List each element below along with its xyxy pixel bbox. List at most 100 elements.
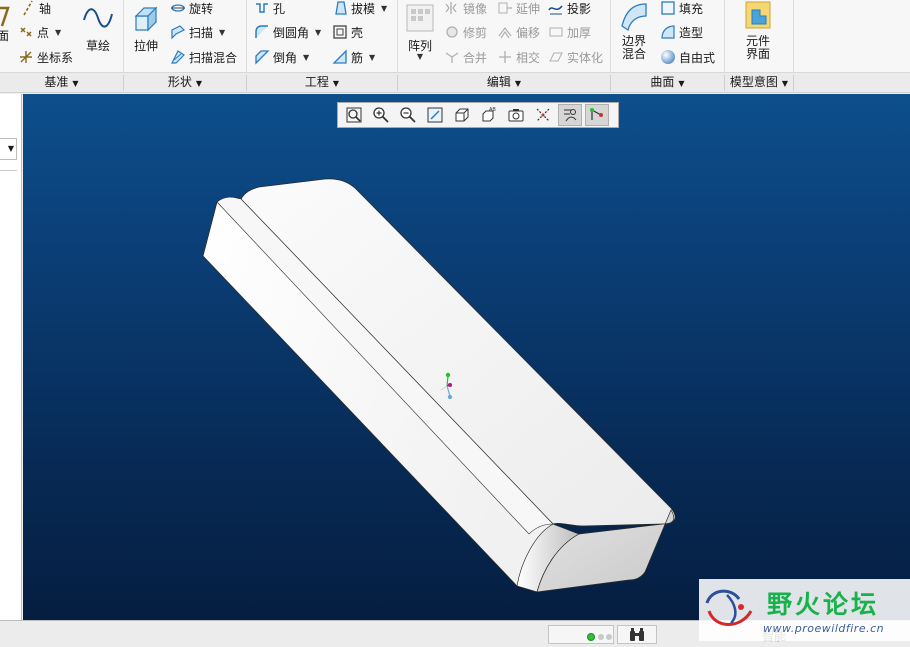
refit-button[interactable]: [342, 104, 366, 126]
point-dropdown-icon[interactable]: ▼: [55, 28, 61, 37]
find-button[interactable]: [617, 625, 657, 644]
hole-button[interactable]: 孔: [254, 0, 285, 18]
plane-icon: [0, 4, 10, 32]
shell-button[interactable]: 壳: [332, 22, 363, 42]
named-views-icon: AB: [482, 107, 496, 122]
annotation-display-button[interactable]: [585, 104, 609, 126]
extrude-button[interactable]: 拉伸: [128, 2, 164, 53]
navigator-dropdown[interactable]: ▼: [0, 138, 17, 160]
draft-label: 拔模: [351, 1, 376, 16]
fill-label: 填充: [679, 1, 704, 16]
axis-icon: [20, 0, 36, 16]
separator: [793, 0, 794, 72]
boundary-blend-label-line2: 混合: [621, 47, 646, 61]
graphics-toolbar: AB: [337, 102, 619, 128]
swept-blend-label: 扫描混合: [189, 50, 238, 65]
status-dot-icon: [598, 634, 604, 640]
divider: [0, 170, 17, 171]
repaint-button[interactable]: [423, 104, 447, 126]
repaint-icon: [427, 107, 443, 123]
zoom-in-button[interactable]: [369, 104, 393, 126]
display-style-button[interactable]: [450, 104, 474, 126]
extrude-icon: [130, 2, 162, 34]
zoom-out-button[interactable]: [396, 104, 420, 126]
group-shapes[interactable]: 形状 ▼: [124, 73, 246, 93]
draft-icon: [332, 0, 348, 16]
sketch-button[interactable]: 草绘: [80, 2, 116, 53]
freestyle-button[interactable]: 自由式: [660, 47, 715, 67]
group-model-intent[interactable]: 模型意图 ▼: [725, 73, 793, 93]
extend-button[interactable]: 延伸: [497, 0, 540, 18]
solidify-button[interactable]: 实体化: [548, 47, 603, 67]
datum-display-button[interactable]: [531, 104, 555, 126]
thicken-button[interactable]: 加厚: [548, 22, 591, 42]
merge-button[interactable]: 合并: [444, 47, 487, 67]
saved-orientations-icon: [508, 109, 524, 122]
graphics-viewport[interactable]: [23, 94, 910, 620]
plane-button[interactable]: 面: [0, 4, 10, 43]
trim-icon: [444, 24, 460, 40]
separator: [610, 0, 611, 72]
group-editing-dropdown-icon: ▼: [514, 79, 522, 88]
spin-center-icon: [564, 109, 577, 122]
project-button[interactable]: 投影: [548, 0, 591, 18]
pattern-button[interactable]: 阵列 ▼: [403, 2, 437, 61]
axis-button[interactable]: 轴: [20, 0, 51, 18]
chamfer-dropdown-icon[interactable]: ▼: [303, 53, 309, 62]
group-engineering[interactable]: 工程 ▼: [247, 73, 397, 93]
extrude-label: 拉伸: [133, 39, 158, 53]
zoom-in-icon: [373, 107, 389, 123]
status-indicator: [548, 625, 614, 644]
sweep-dropdown-icon[interactable]: ▼: [219, 28, 225, 37]
fill-button[interactable]: 填充: [660, 0, 703, 18]
boundary-blend-button[interactable]: 边界 混合: [616, 0, 652, 61]
swept-blend-button[interactable]: 扫描混合: [170, 47, 237, 67]
saved-orientations-button[interactable]: [504, 104, 528, 126]
rib-dropdown-icon[interactable]: ▼: [369, 53, 375, 62]
group-shapes-label: 形状: [167, 75, 192, 89]
group-surfaces[interactable]: 曲面 ▼: [611, 73, 724, 93]
component-interface-icon: [742, 0, 774, 32]
chamfer-icon: [254, 49, 270, 65]
style-button[interactable]: 造型: [660, 22, 703, 42]
display-style-icon: [455, 108, 469, 122]
rib-button[interactable]: 筋 ▼: [332, 47, 375, 67]
csys-label: 坐标系: [37, 50, 74, 65]
rib-icon: [332, 49, 348, 65]
boundary-blend-icon: [618, 0, 650, 32]
intersect-button[interactable]: 相交: [497, 47, 540, 67]
draft-button[interactable]: 拔模 ▼: [332, 0, 387, 18]
component-interface-label-line1: 元件: [745, 34, 770, 48]
csys-icon: [18, 49, 34, 65]
round-button[interactable]: 倒圆角 ▼: [254, 22, 321, 42]
forum-logo-icon: [705, 589, 753, 626]
offset-button[interactable]: 偏移: [497, 22, 540, 42]
refit-icon: [346, 107, 362, 123]
trim-button[interactable]: 修剪: [444, 22, 487, 42]
group-model-intent-label: 模型意图: [729, 75, 778, 89]
csys-button[interactable]: 坐标系: [18, 47, 73, 67]
named-views-button[interactable]: AB: [477, 104, 501, 126]
component-interface-button[interactable]: 元件 界面: [738, 0, 778, 61]
mirror-button[interactable]: 镜像: [444, 0, 487, 18]
annotation-display-icon: [590, 108, 603, 120]
boundary-blend-label: 边界 混合: [622, 35, 646, 61]
revolve-button[interactable]: 旋转: [170, 0, 213, 18]
component-interface-label-line2: 界面: [745, 47, 770, 61]
spin-center-button[interactable]: [558, 104, 582, 126]
point-button[interactable]: 点 ▼: [18, 22, 61, 42]
round-dropdown-icon[interactable]: ▼: [315, 28, 321, 37]
separator: [123, 0, 124, 72]
pattern-dropdown-icon[interactable]: ▼: [417, 52, 423, 61]
draft-dropdown-icon[interactable]: ▼: [381, 4, 387, 13]
sweep-button[interactable]: 扫描 ▼: [170, 22, 225, 42]
navigator-panel: ▼: [0, 94, 22, 620]
forum-watermark: 野火论坛 www.proewildfire.cn: [699, 579, 910, 641]
group-editing[interactable]: 编辑 ▼: [398, 73, 610, 93]
extend-icon: [497, 0, 513, 16]
model-3d-block[interactable]: [23, 94, 910, 620]
svg-text:AB: AB: [489, 107, 496, 113]
merge-icon: [444, 49, 460, 65]
group-datum[interactable]: 基准 ▼: [0, 73, 123, 93]
chamfer-button[interactable]: 倒角 ▼: [254, 47, 309, 67]
